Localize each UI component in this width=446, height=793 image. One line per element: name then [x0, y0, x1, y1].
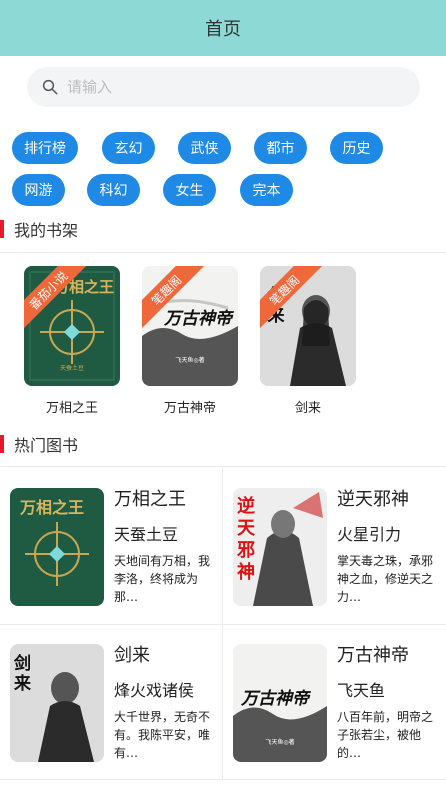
- book-author: 天蚕土豆: [114, 525, 179, 544]
- book-cover[interactable]: 飞天鱼◎著 万古神帝: [233, 644, 327, 762]
- category-dushi[interactable]: 都市: [254, 132, 307, 164]
- book-cover-title: 逆天邪神: [237, 496, 255, 583]
- section-marker: [0, 435, 4, 453]
- divider: [0, 466, 446, 467]
- book-cover-title: 万古神帝: [241, 689, 309, 709]
- hot-book-card[interactable]: 飞天鱼◎著 万古神帝 万古神帝 飞天鱼 八百年前，明帝之子张若尘，被他的…: [233, 644, 439, 764]
- divider: [0, 779, 446, 780]
- category-wanben[interactable]: 完本: [240, 174, 293, 206]
- book-author: 飞天鱼: [337, 681, 386, 700]
- category-ranking[interactable]: 排行榜: [12, 132, 78, 164]
- shelf-book[interactable]: 剑来 笔趣阁 剑来: [260, 266, 356, 416]
- shelf-title: 我的书架: [14, 221, 79, 240]
- hot-title: 热门图书: [14, 436, 79, 455]
- hot-book-card[interactable]: 万相之王 万相之王 天蚕土豆 天地间有万相，我李洛，终将成为那…: [10, 488, 214, 608]
- page-title: 首页: [205, 19, 241, 40]
- book-cover[interactable]: 天蚕土豆 万相之王 番茄小说: [24, 266, 120, 386]
- divider: [0, 624, 446, 625]
- book-cover[interactable]: 剑来: [10, 644, 104, 762]
- book-title[interactable]: 剑来: [114, 644, 210, 668]
- divider: [0, 252, 446, 253]
- book-title[interactable]: 逆天邪神: [337, 488, 433, 512]
- book-cover-title: 万相之王: [20, 498, 85, 517]
- book-info: 剑来 烽火戏诸侯 大千世界，无奇不有。我陈平安，唯有…: [114, 644, 210, 762]
- shelf-book[interactable]: 飞天鱼◎著 万古神帝 笔趣阁 万古神帝: [142, 266, 238, 416]
- hot-section-title: 热门图书: [0, 433, 78, 455]
- book-cover[interactable]: 剑来 笔趣阁: [260, 266, 356, 386]
- book-author: 烽火戏诸侯: [114, 681, 195, 700]
- category-nvsheng[interactable]: 女生: [163, 174, 216, 206]
- search-bar[interactable]: [27, 67, 420, 107]
- hot-book-card[interactable]: 剑来 剑来 烽火戏诸侯 大千世界，无奇不有。我陈平安，唯有…: [10, 644, 214, 764]
- search-input[interactable]: [67, 78, 387, 96]
- svg-text:飞天鱼◎著: 飞天鱼◎著: [265, 738, 294, 746]
- book-description: 掌天毒之珠，承邪神之血，修逆天之力…: [337, 554, 433, 604]
- book-name[interactable]: 万相之王: [24, 397, 120, 416]
- book-description: 大千世界，无奇不有。我陈平安，唯有…: [114, 710, 210, 760]
- category-wangyou[interactable]: 网游: [12, 174, 65, 206]
- book-description: 天地间有万相，我李洛，终将成为那…: [114, 554, 210, 604]
- book-name[interactable]: 万古神帝: [142, 397, 238, 416]
- book-info: 逆天邪神 火星引力 掌天毒之珠，承邪神之血，修逆天之力…: [337, 488, 433, 606]
- category-xuanhuan[interactable]: 玄幻: [102, 132, 155, 164]
- book-cover-title: 剑来: [14, 654, 31, 694]
- shelf-book[interactable]: 天蚕土豆 万相之王 番茄小说 万相之王: [24, 266, 120, 416]
- book-cover[interactable]: 万相之王: [10, 488, 104, 606]
- book-author: 火星引力: [337, 525, 402, 544]
- book-cover[interactable]: 飞天鱼◎著 万古神帝 笔趣阁: [142, 266, 238, 386]
- category-kehuan[interactable]: 科幻: [87, 174, 140, 206]
- search-icon: [42, 79, 58, 95]
- book-description: 八百年前，明帝之子张若尘，被他的…: [337, 710, 433, 760]
- hot-book-card[interactable]: 逆天邪神 逆天邪神 火星引力 掌天毒之珠，承邪神之血，修逆天之力…: [233, 488, 439, 608]
- book-info: 万古神帝 飞天鱼 八百年前，明帝之子张若尘，被他的…: [337, 644, 433, 762]
- svg-text:天蚕土豆: 天蚕土豆: [60, 364, 84, 372]
- book-title[interactable]: 万相之王: [114, 488, 210, 512]
- book-title[interactable]: 万古神帝: [337, 644, 433, 668]
- svg-text:飞天鱼◎著: 飞天鱼◎著: [175, 356, 204, 364]
- column-divider: [222, 467, 223, 779]
- shelf-section-title: 我的书架: [0, 218, 78, 240]
- book-name[interactable]: 剑来: [260, 397, 356, 416]
- section-marker: [0, 220, 4, 238]
- app-header: 首页: [0, 0, 446, 56]
- book-cover-title: 万古神帝: [164, 309, 232, 329]
- category-wuxia[interactable]: 武侠: [178, 132, 231, 164]
- book-info: 万相之王 天蚕土豆 天地间有万相，我李洛，终将成为那…: [114, 488, 210, 606]
- book-cover[interactable]: 逆天邪神: [233, 488, 327, 606]
- category-lishi[interactable]: 历史: [330, 132, 383, 164]
